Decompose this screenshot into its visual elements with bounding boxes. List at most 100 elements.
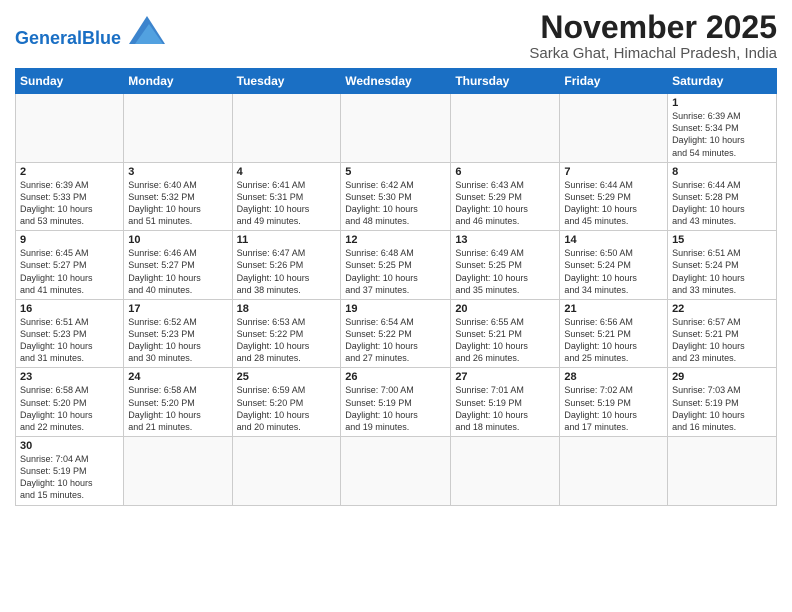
calendar-cell: 4Sunrise: 6:41 AM Sunset: 5:31 PM Daylig… (232, 162, 341, 231)
cell-sun-info: Sunrise: 6:51 AM Sunset: 5:24 PM Dayligh… (672, 247, 772, 296)
cell-sun-info: Sunrise: 6:51 AM Sunset: 5:23 PM Dayligh… (20, 316, 119, 365)
calendar-cell: 13Sunrise: 6:49 AM Sunset: 5:25 PM Dayli… (451, 231, 560, 300)
calendar-cell: 1Sunrise: 6:39 AM Sunset: 5:34 PM Daylig… (668, 94, 777, 163)
cell-sun-info: Sunrise: 6:53 AM Sunset: 5:22 PM Dayligh… (237, 316, 337, 365)
weekday-header-saturday: Saturday (668, 69, 777, 94)
day-number: 8 (672, 166, 772, 178)
weekday-header-row: SundayMondayTuesdayWednesdayThursdayFrid… (16, 69, 777, 94)
cell-sun-info: Sunrise: 6:59 AM Sunset: 5:20 PM Dayligh… (237, 384, 337, 433)
logo-general: General (15, 28, 82, 48)
cell-sun-info: Sunrise: 6:58 AM Sunset: 5:20 PM Dayligh… (20, 384, 119, 433)
day-number: 3 (128, 166, 227, 178)
calendar-cell (668, 437, 777, 506)
calendar-cell: 24Sunrise: 6:58 AM Sunset: 5:20 PM Dayli… (124, 368, 232, 437)
day-number: 23 (20, 371, 119, 383)
calendar-cell: 10Sunrise: 6:46 AM Sunset: 5:27 PM Dayli… (124, 231, 232, 300)
cell-sun-info: Sunrise: 6:43 AM Sunset: 5:29 PM Dayligh… (455, 179, 555, 228)
day-number: 26 (345, 371, 446, 383)
cell-sun-info: Sunrise: 6:44 AM Sunset: 5:28 PM Dayligh… (672, 179, 772, 228)
weekday-header-friday: Friday (560, 69, 668, 94)
calendar-cell: 20Sunrise: 6:55 AM Sunset: 5:21 PM Dayli… (451, 299, 560, 368)
calendar-cell: 29Sunrise: 7:03 AM Sunset: 5:19 PM Dayli… (668, 368, 777, 437)
day-number: 27 (455, 371, 555, 383)
weekday-header-thursday: Thursday (451, 69, 560, 94)
calendar-week-2: 2Sunrise: 6:39 AM Sunset: 5:33 PM Daylig… (16, 162, 777, 231)
logo: GeneralBlue (15, 16, 165, 49)
day-number: 28 (564, 371, 663, 383)
cell-sun-info: Sunrise: 6:40 AM Sunset: 5:32 PM Dayligh… (128, 179, 227, 228)
calendar-cell: 15Sunrise: 6:51 AM Sunset: 5:24 PM Dayli… (668, 231, 777, 300)
calendar-cell (341, 94, 451, 163)
calendar-cell (560, 437, 668, 506)
calendar-cell (560, 94, 668, 163)
day-number: 19 (345, 303, 446, 315)
cell-sun-info: Sunrise: 7:01 AM Sunset: 5:19 PM Dayligh… (455, 384, 555, 433)
day-number: 20 (455, 303, 555, 315)
day-number: 10 (128, 234, 227, 246)
day-number: 12 (345, 234, 446, 246)
calendar-week-5: 23Sunrise: 6:58 AM Sunset: 5:20 PM Dayli… (16, 368, 777, 437)
weekday-header-tuesday: Tuesday (232, 69, 341, 94)
weekday-header-sunday: Sunday (16, 69, 124, 94)
calendar-cell (16, 94, 124, 163)
page-header: GeneralBlue November 2025 Sarka Ghat, Hi… (15, 10, 777, 62)
cell-sun-info: Sunrise: 6:41 AM Sunset: 5:31 PM Dayligh… (237, 179, 337, 228)
calendar-cell: 26Sunrise: 7:00 AM Sunset: 5:19 PM Dayli… (341, 368, 451, 437)
day-number: 16 (20, 303, 119, 315)
calendar-cell: 21Sunrise: 6:56 AM Sunset: 5:21 PM Dayli… (560, 299, 668, 368)
calendar-week-1: 1Sunrise: 6:39 AM Sunset: 5:34 PM Daylig… (16, 94, 777, 163)
weekday-header-monday: Monday (124, 69, 232, 94)
calendar-cell: 16Sunrise: 6:51 AM Sunset: 5:23 PM Dayli… (16, 299, 124, 368)
calendar-cell (124, 94, 232, 163)
cell-sun-info: Sunrise: 6:58 AM Sunset: 5:20 PM Dayligh… (128, 384, 227, 433)
day-number: 9 (20, 234, 119, 246)
calendar-week-4: 16Sunrise: 6:51 AM Sunset: 5:23 PM Dayli… (16, 299, 777, 368)
calendar-week-6: 30Sunrise: 7:04 AM Sunset: 5:19 PM Dayli… (16, 437, 777, 506)
logo-area: GeneralBlue (15, 16, 165, 49)
cell-sun-info: Sunrise: 7:02 AM Sunset: 5:19 PM Dayligh… (564, 384, 663, 433)
day-number: 1 (672, 97, 772, 109)
cell-sun-info: Sunrise: 6:42 AM Sunset: 5:30 PM Dayligh… (345, 179, 446, 228)
calendar-cell: 22Sunrise: 6:57 AM Sunset: 5:21 PM Dayli… (668, 299, 777, 368)
day-number: 11 (237, 234, 337, 246)
day-number: 22 (672, 303, 772, 315)
day-number: 4 (237, 166, 337, 178)
cell-sun-info: Sunrise: 7:03 AM Sunset: 5:19 PM Dayligh… (672, 384, 772, 433)
day-number: 5 (345, 166, 446, 178)
cell-sun-info: Sunrise: 7:00 AM Sunset: 5:19 PM Dayligh… (345, 384, 446, 433)
calendar-cell: 9Sunrise: 6:45 AM Sunset: 5:27 PM Daylig… (16, 231, 124, 300)
logo-icon (129, 16, 165, 44)
cell-sun-info: Sunrise: 6:55 AM Sunset: 5:21 PM Dayligh… (455, 316, 555, 365)
calendar-cell: 14Sunrise: 6:50 AM Sunset: 5:24 PM Dayli… (560, 231, 668, 300)
calendar-cell (232, 437, 341, 506)
cell-sun-info: Sunrise: 7:04 AM Sunset: 5:19 PM Dayligh… (20, 453, 119, 502)
day-number: 21 (564, 303, 663, 315)
calendar-cell: 7Sunrise: 6:44 AM Sunset: 5:29 PM Daylig… (560, 162, 668, 231)
day-number: 29 (672, 371, 772, 383)
calendar-cell: 8Sunrise: 6:44 AM Sunset: 5:28 PM Daylig… (668, 162, 777, 231)
calendar-cell: 30Sunrise: 7:04 AM Sunset: 5:19 PM Dayli… (16, 437, 124, 506)
day-number: 14 (564, 234, 663, 246)
day-number: 30 (20, 440, 119, 452)
calendar-cell (232, 94, 341, 163)
cell-sun-info: Sunrise: 6:50 AM Sunset: 5:24 PM Dayligh… (564, 247, 663, 296)
calendar-cell: 17Sunrise: 6:52 AM Sunset: 5:23 PM Dayli… (124, 299, 232, 368)
location-title: Sarka Ghat, Himachal Pradesh, India (529, 45, 777, 62)
calendar-cell: 11Sunrise: 6:47 AM Sunset: 5:26 PM Dayli… (232, 231, 341, 300)
calendar-cell: 23Sunrise: 6:58 AM Sunset: 5:20 PM Dayli… (16, 368, 124, 437)
logo-text: GeneralBlue (15, 28, 126, 48)
day-number: 7 (564, 166, 663, 178)
weekday-header-wednesday: Wednesday (341, 69, 451, 94)
day-number: 24 (128, 371, 227, 383)
cell-sun-info: Sunrise: 6:48 AM Sunset: 5:25 PM Dayligh… (345, 247, 446, 296)
calendar-cell (451, 437, 560, 506)
calendar-cell: 19Sunrise: 6:54 AM Sunset: 5:22 PM Dayli… (341, 299, 451, 368)
day-number: 17 (128, 303, 227, 315)
cell-sun-info: Sunrise: 6:44 AM Sunset: 5:29 PM Dayligh… (564, 179, 663, 228)
month-title: November 2025 (529, 10, 777, 45)
day-number: 18 (237, 303, 337, 315)
calendar-cell (451, 94, 560, 163)
day-number: 15 (672, 234, 772, 246)
calendar-cell (341, 437, 451, 506)
cell-sun-info: Sunrise: 6:49 AM Sunset: 5:25 PM Dayligh… (455, 247, 555, 296)
